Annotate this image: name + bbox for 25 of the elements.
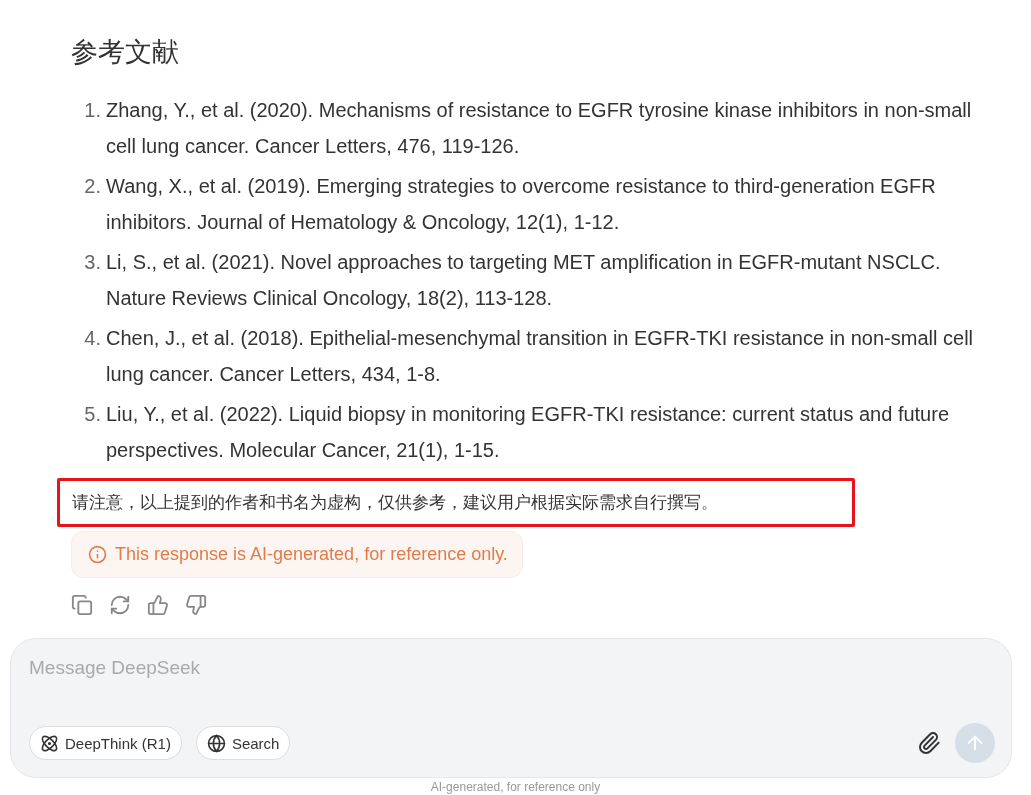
- globe-icon: [206, 733, 226, 753]
- list-number: 3.: [83, 250, 101, 275]
- highlighted-note: 请注意，以上提到的作者和书名为虚构，仅供参考，建议用户根据实际需求自行撰写。: [57, 478, 855, 527]
- list-number: 2.: [83, 174, 101, 199]
- section-heading: 参考文献: [71, 36, 180, 69]
- thumbs-down-icon[interactable]: [185, 594, 207, 616]
- info-icon: [88, 545, 107, 564]
- deepthink-toggle[interactable]: DeepThink (R1): [29, 726, 182, 760]
- message-input[interactable]: Message DeepSeek: [29, 657, 995, 679]
- reference-text: Liu, Y., et al. (2022). Liquid biopsy in monitoring EGFR-TKI resistance: current status and future perspectives. Molecular Cancer, 21(1), 1-15.: [105, 402, 951, 463]
- search-toggle[interactable]: Search: [195, 726, 291, 760]
- paperclip-icon[interactable]: [917, 731, 941, 755]
- refresh-icon[interactable]: [109, 594, 131, 616]
- footer-text: AI-generated, for reference only: [429, 780, 602, 794]
- reference-text: Chen, J., et al. (2018). Epithelial-mesenchymal transition in EGFR-TKI resistance in non-small cell lung cancer. Cancer Letters, 434, 1-8.: [105, 326, 974, 387]
- reference-text: Li, S., et al. (2021). Novel approaches to targeting MET amplification in EGFR-mutant NSCLC. Nature Reviews Clinical Oncology, 18(2), 113-128.: [105, 250, 942, 311]
- reference-text: Wang, X., et al. (2019). Emerging strategies to overcome resistance to third-generation EGFR inhibitors. Journal of Hematology & Oncology, 12(1), 1-12.: [105, 174, 937, 235]
- list-number: 1.: [83, 98, 101, 123]
- list-number: 4.: [83, 326, 101, 351]
- list-number: 5.: [83, 402, 101, 427]
- thumbs-up-icon[interactable]: [147, 594, 169, 616]
- reference-text: Zhang, Y., et al. (2020). Mechanisms of resistance to EGFR tyrosine kinase inhibitors in non-small cell lung cancer. Cancer Letters, 476, 119-126.: [105, 98, 973, 159]
- atom-icon: [40, 733, 59, 753]
- disclaimer-text: This response is AI-generated, for reference only.: [115, 544, 508, 565]
- copy-icon[interactable]: [71, 594, 93, 616]
